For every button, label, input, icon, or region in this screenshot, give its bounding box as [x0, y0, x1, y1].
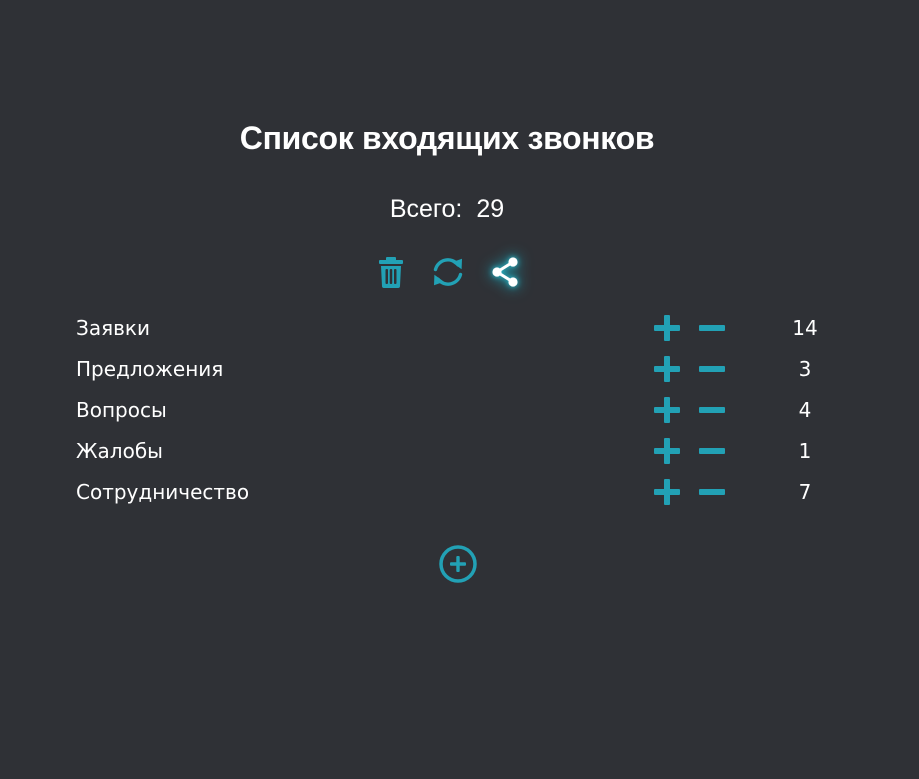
- category-label: Вопросы: [76, 398, 167, 422]
- increment-button[interactable]: [654, 315, 680, 341]
- category-count: 7: [798, 480, 812, 504]
- decrement-button[interactable]: [699, 438, 725, 464]
- decrement-button[interactable]: [699, 315, 725, 341]
- category-label: Сотрудничество: [76, 480, 250, 504]
- refresh-button[interactable]: [430, 254, 466, 290]
- category-label: Заявки: [76, 316, 150, 340]
- category-count: 1: [798, 439, 812, 463]
- increment-button[interactable]: [654, 356, 680, 382]
- list-item: Вопросы 4: [76, 389, 836, 430]
- list-item: Жалобы 1: [76, 430, 836, 471]
- refresh-icon: [433, 258, 463, 286]
- add-category-button[interactable]: [438, 544, 478, 584]
- decrement-button[interactable]: [699, 397, 725, 423]
- total-summary: Всего: 29: [0, 192, 894, 226]
- decrement-button[interactable]: [699, 479, 725, 505]
- plus-circle-icon: [439, 545, 477, 583]
- share-button[interactable]: [487, 254, 523, 290]
- share-icon: [492, 257, 518, 287]
- total-value: 29: [476, 195, 505, 223]
- category-list: Заявки 14 Предложения 3 Вопросы 4 Жалобы: [76, 307, 836, 512]
- category-label: Предложения: [76, 357, 224, 381]
- toolbar: [373, 254, 523, 290]
- category-count: 4: [798, 398, 812, 422]
- category-count: 14: [792, 316, 818, 340]
- delete-button[interactable]: [373, 254, 409, 290]
- total-label: Всего:: [389, 195, 463, 223]
- list-item: Сотрудничество 7: [76, 471, 836, 512]
- increment-button[interactable]: [654, 438, 680, 464]
- list-item: Предложения 3: [76, 348, 836, 389]
- category-count: 3: [798, 357, 812, 381]
- increment-button[interactable]: [654, 397, 680, 423]
- category-label: Жалобы: [76, 439, 163, 463]
- increment-button[interactable]: [654, 479, 680, 505]
- list-item: Заявки 14: [76, 307, 836, 348]
- decrement-button[interactable]: [699, 356, 725, 382]
- trash-icon: [379, 257, 403, 288]
- page-title: Список входящих звонков: [239, 120, 655, 156]
